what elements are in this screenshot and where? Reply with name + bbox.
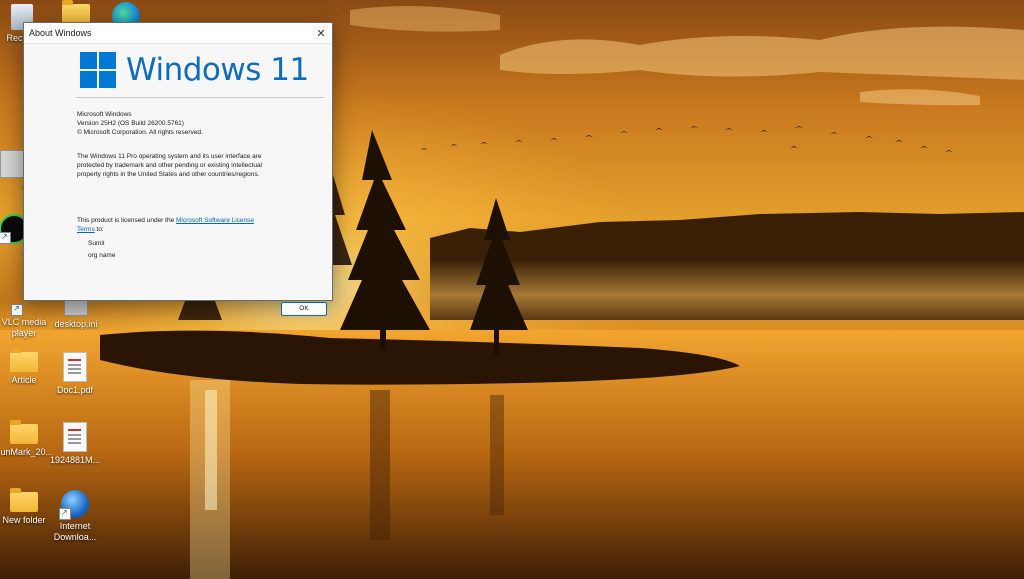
desktop-icon-1924-file[interactable]: 1924881M... — [43, 422, 107, 466]
folder-icon — [10, 420, 38, 444]
windows-logo: Windows 11 — [80, 52, 309, 88]
dialog-titlebar[interactable]: About Windows ✕ — [24, 23, 332, 44]
document-file-icon — [63, 422, 87, 452]
settings-file-icon — [0, 150, 24, 178]
copyright-text: © Microsoft Corporation. All rights rese… — [77, 129, 203, 136]
desktop-icon-doc1-pdf[interactable]: Doc1.pdf — [43, 352, 107, 396]
folder-icon — [10, 488, 38, 512]
license-terms-link[interactable]: Microsoft Software License — [176, 217, 254, 224]
ok-button[interactable]: OK — [281, 302, 327, 316]
folder-icon — [62, 0, 90, 24]
legal-text: The Windows 11 Pro operating system and … — [77, 153, 262, 178]
windows-logo-text: Windows 11 — [126, 52, 309, 88]
user-name: Sumit — [88, 240, 105, 247]
shortcut-arrow-icon — [0, 231, 11, 244]
product-name: Microsoft Windows — [77, 111, 132, 118]
version-info: Microsoft Windows Version 25H2 (OS Build… — [77, 110, 307, 137]
divider — [76, 97, 324, 98]
dialog-title: About Windows — [29, 28, 92, 38]
desktop-icon-internet-download-manager[interactable]: Internet Downloa... — [43, 490, 107, 543]
about-windows-dialog: About Windows ✕ Windows 11 Microsoft Win… — [23, 22, 333, 316]
shortcut-arrow-icon — [59, 507, 71, 520]
pdf-file-icon — [63, 352, 87, 382]
dialog-content: Windows 11 Microsoft Windows Version 25H… — [24, 44, 332, 316]
windows-logo-icon — [80, 52, 116, 88]
version-text: Version 25H2 (OS Build 26200.5761) — [77, 120, 184, 127]
organization-name: org name — [88, 252, 116, 259]
licensed-to: Sumit org name — [88, 238, 115, 262]
license-prefix: This product is licensed under the — [77, 217, 176, 224]
license-terms-link-cont[interactable]: Terms — [77, 226, 95, 233]
license-suffix: to: — [94, 226, 104, 233]
shortcut-arrow-icon — [11, 303, 23, 316]
folder-icon — [10, 348, 38, 372]
globe-download-icon — [59, 490, 89, 520]
close-button[interactable]: ✕ — [310, 23, 332, 43]
license-statement: This product is licensed under the Micro… — [77, 216, 307, 234]
close-icon: ✕ — [316, 27, 326, 40]
